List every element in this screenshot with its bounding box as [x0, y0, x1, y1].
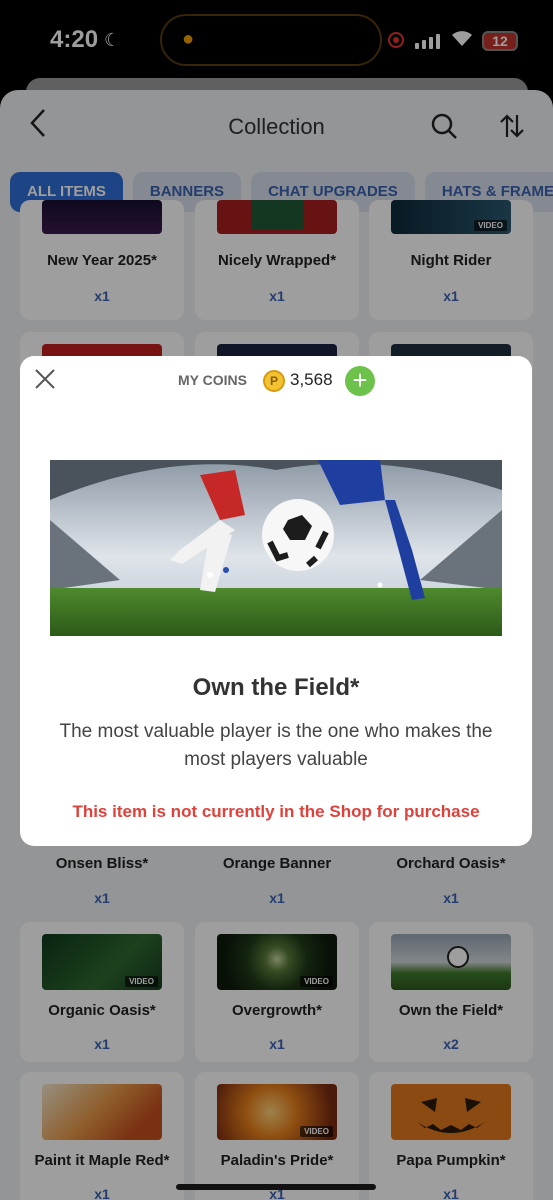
coin-balance: 3,568 — [290, 370, 333, 389]
coin-icon: P — [263, 370, 285, 392]
item-preview-image — [50, 460, 502, 636]
item-title: Own the Field* — [192, 674, 360, 701]
shop-availability-note: This item is not currently in the Shop f… — [72, 802, 480, 821]
item-description: The most valuable player is the one who … — [59, 721, 493, 770]
add-coins-button[interactable]: + — [345, 366, 375, 396]
close-icon[interactable] — [34, 368, 56, 390]
coins-label: MY COINS — [178, 372, 247, 388]
home-indicator[interactable] — [176, 1184, 376, 1190]
item-detail-modal: MY COINS P 3,568 + Own the Field* The mo… — [20, 356, 532, 846]
